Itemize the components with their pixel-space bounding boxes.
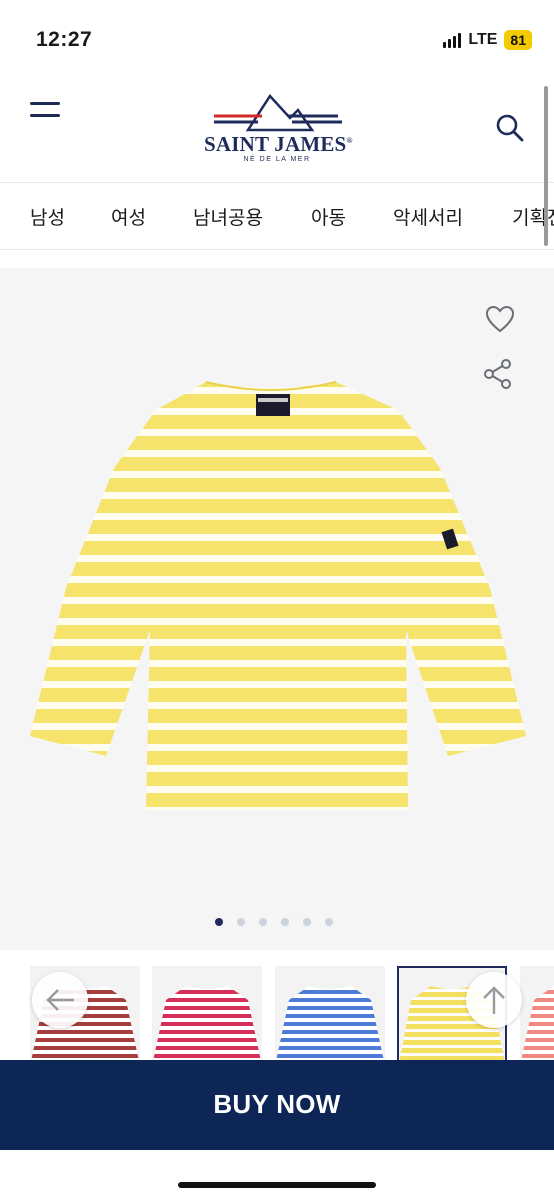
category-nav: 남성 여성 남녀공용 아동 악세서리 기획전 xyxy=(0,182,554,250)
saint-james-logo[interactable]: SAINT JAMES® NÉ DE LA MER xyxy=(204,92,353,170)
logo-wordmark: SAINT JAMES® xyxy=(204,132,353,156)
thumbnail-blue[interactable] xyxy=(275,966,385,1062)
home-indicator[interactable] xyxy=(178,1182,376,1188)
status-time: 12:27 xyxy=(36,28,93,51)
share-icon[interactable] xyxy=(482,358,514,390)
search-icon[interactable] xyxy=(494,112,526,144)
thumbnail-coral[interactable] xyxy=(520,966,554,1062)
product-image xyxy=(30,381,526,810)
pagination-dot[interactable] xyxy=(325,918,333,926)
pagination-dot[interactable] xyxy=(303,918,311,926)
logo-mountain-icon xyxy=(214,93,342,132)
heart-icon[interactable] xyxy=(484,304,516,334)
pagination-dot[interactable] xyxy=(259,918,267,926)
site-header: SAINT JAMES® NÉ DE LA MER xyxy=(0,80,554,182)
pagination-dot-active[interactable] xyxy=(215,918,223,926)
category-men[interactable]: 남성 xyxy=(30,203,65,230)
color-thumbnails xyxy=(0,962,554,1062)
hamburger-menu-icon[interactable] xyxy=(28,100,62,126)
network-type: LTE xyxy=(468,31,498,48)
status-bar: 12:27 LTE 81 xyxy=(0,0,554,80)
category-accessories[interactable]: 악세서리 xyxy=(393,203,463,230)
product-image-gallery[interactable] xyxy=(0,268,554,950)
buy-now-button[interactable]: BUY NOW xyxy=(0,1060,554,1150)
status-indicators: LTE 81 xyxy=(443,30,532,50)
logo-tagline: NÉ DE LA MER xyxy=(243,156,311,163)
thumbnail-pink[interactable] xyxy=(152,966,262,1062)
signal-icon xyxy=(443,32,462,48)
arrow-up-icon[interactable] xyxy=(466,972,522,1028)
category-unisex[interactable]: 남녀공용 xyxy=(193,203,263,230)
category-women[interactable]: 여성 xyxy=(111,203,146,230)
pagination-dot[interactable] xyxy=(237,918,245,926)
pagination-dot[interactable] xyxy=(281,918,289,926)
image-pagination xyxy=(215,918,333,926)
category-kids[interactable]: 아동 xyxy=(311,203,346,230)
arrow-left-icon[interactable] xyxy=(32,972,88,1028)
home-bar-area xyxy=(0,1150,554,1200)
battery-indicator: 81 xyxy=(504,30,532,50)
page-scrollbar[interactable] xyxy=(544,86,548,246)
